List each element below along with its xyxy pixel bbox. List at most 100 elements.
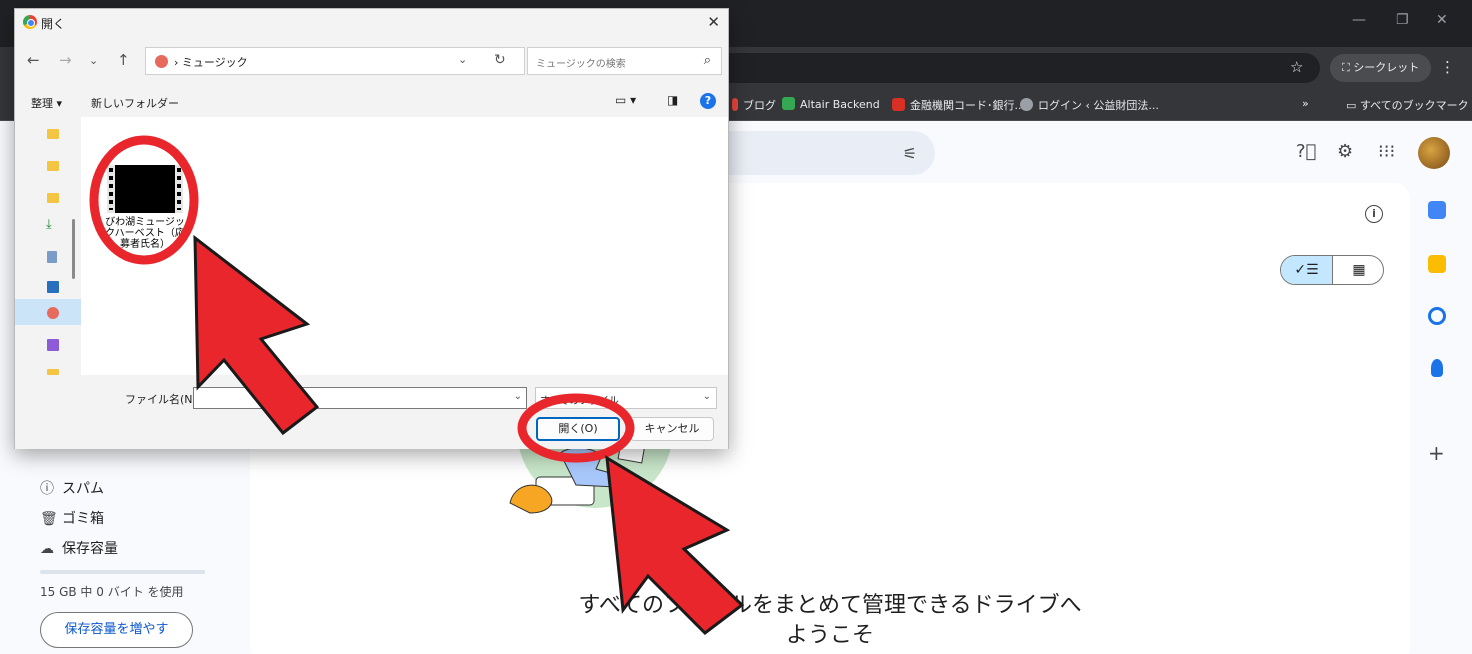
music-folder-icon [155, 55, 168, 68]
file-item-video[interactable]: びわ湖ミュージックハーベスト（応募者氏名） [101, 165, 189, 255]
drive-search-bar[interactable]: ⚟ [700, 131, 935, 175]
side-panel-rail: + [1420, 183, 1460, 483]
new-folder-button[interactable]: 新しいフォルダー [91, 95, 179, 111]
bookmark-star-icon[interactable]: ☆ [1290, 58, 1303, 76]
contacts-icon[interactable] [1431, 359, 1443, 377]
spam-icon: ⓘ [40, 481, 54, 497]
bookmark-bank-code[interactable]: 金融機関コード･銀行... [892, 97, 1025, 113]
dialog-title: 開く [41, 17, 66, 31]
view-toggle[interactable]: ✓☰ ▦ [1280, 255, 1384, 285]
nav-scrollbar[interactable] [72, 219, 75, 279]
chrome-logo-icon [23, 15, 37, 29]
bookmark-favicon [892, 98, 905, 111]
documents-icon[interactable] [47, 251, 57, 263]
up-arrow-icon[interactable]: ↑ [117, 51, 130, 69]
forward-arrow-icon[interactable]: → [59, 51, 72, 69]
folder-icon[interactable] [47, 129, 59, 139]
bookmark-favicon [732, 98, 738, 111]
file-name-label: びわ湖ミュージックハーベスト（応募者氏名） [105, 217, 185, 250]
dialog-close-icon[interactable]: ✕ [707, 13, 720, 31]
keep-icon[interactable] [1428, 255, 1446, 273]
folder-icon[interactable] [47, 161, 59, 171]
nav-label: ゴミ箱 [62, 511, 104, 527]
list-view-icon[interactable]: ✓☰ [1281, 256, 1333, 284]
music-icon[interactable] [47, 307, 59, 319]
search-icon: ⌕ [703, 53, 711, 68]
address-dropdown-icon[interactable]: ⌄ [458, 53, 467, 66]
add-addon-icon[interactable]: + [1428, 441, 1445, 465]
restore-icon[interactable]: ❐ [1396, 12, 1409, 28]
dialog-search-input[interactable]: ミュージックの検索 ⌕ [527, 47, 722, 75]
welcome-line-1: すべてのファイルをまとめて管理できるドライブへ [578, 593, 1082, 618]
account-avatar[interactable] [1418, 137, 1450, 169]
search-options-icon[interactable]: ⚟ [903, 144, 917, 163]
bookmark-favicon [1020, 98, 1033, 111]
bookmark-altair[interactable]: Altair Backend [782, 97, 880, 111]
bookmark-blog[interactable]: ブログ [732, 97, 776, 113]
apps-grid-icon[interactable]: ⁝⁝⁝ [1378, 141, 1395, 162]
incognito-badge[interactable]: ⛶ シークレット [1330, 54, 1432, 82]
grid-view-icon[interactable]: ▦ [1333, 256, 1383, 284]
dialog-address-bar[interactable]: › ミュージック ⌄ ↻ [145, 47, 525, 75]
recent-dropdown-icon[interactable]: ⌄ [89, 54, 98, 67]
video-file-icon [107, 165, 183, 213]
address-bar[interactable] [700, 53, 1320, 83]
file-list-pane: びわ湖ミュージックハーベスト（応募者氏名） [81, 117, 728, 375]
settings-gear-icon[interactable]: ⚙ [1337, 141, 1353, 162]
bookmark-login[interactable]: ログイン ‹ 公益財団法... [1020, 97, 1159, 113]
welcome-message: すべてのファイルをまとめて管理できるドライブへ ようこそ [250, 591, 1410, 651]
navigation-pane: ⤓ [15, 117, 81, 375]
all-bookmarks-label: すべてのブックマーク [1359, 99, 1469, 112]
storage-usage-text: 15 GB 中 0 バイト を使用 [40, 585, 184, 599]
videos-icon[interactable] [47, 339, 59, 351]
calendar-icon[interactable] [1428, 201, 1446, 219]
storage-usage-bar [40, 570, 205, 574]
minimize-icon[interactable]: — [1352, 12, 1366, 28]
browser-menu-icon[interactable]: ⋮ [1440, 58, 1455, 76]
open-button[interactable]: 開く(O) [536, 417, 620, 441]
nav-label: 保存容量 [62, 541, 118, 557]
nav-label: スパム [62, 481, 104, 497]
nav-item-spam[interactable]: ⓘ スパム [40, 478, 104, 498]
incognito-label: シークレット [1353, 61, 1420, 74]
file-name-input[interactable]: ⌄ [193, 387, 527, 409]
organize-menu[interactable]: 整理 ▾ [31, 95, 62, 111]
bookmark-label: ログイン ‹ 公益財団法... [1038, 99, 1159, 112]
folder-icon[interactable] [47, 193, 59, 203]
dialog-title-bar: 開く ✕ [15, 9, 728, 37]
info-icon[interactable]: i [1365, 205, 1383, 223]
downloads-icon[interactable]: ⤓ [46, 217, 52, 232]
file-name-dropdown-icon[interactable]: ⌄ [514, 391, 522, 402]
back-arrow-icon[interactable]: ← [27, 51, 40, 69]
bookmark-label: ブログ [743, 99, 776, 112]
window-close-icon[interactable]: ✕ [1436, 12, 1448, 28]
preview-pane-icon[interactable]: ◨ [667, 93, 678, 107]
dialog-command-bar: 整理 ▾ 新しいフォルダー ▭ ▾ ◨ ? [15, 91, 728, 115]
cancel-button[interactable]: キャンセル [630, 417, 714, 441]
open-file-dialog: 開く ✕ ← → ⌄ ↑ › ミュージック ⌄ ↻ ミュージックの検索 ⌕ 整理… [14, 8, 729, 449]
all-bookmarks[interactable]: ▭ すべてのブックマーク [1346, 97, 1469, 113]
view-options-icon[interactable]: ▭ ▾ [615, 93, 636, 107]
bookmark-label: 金融機関コード･銀行... [910, 99, 1025, 112]
nav-item-storage[interactable]: ☁ 保存容量 [40, 538, 118, 558]
get-more-storage-button[interactable]: 保存容量を増やす [40, 612, 193, 648]
trash-icon: 🗑 [40, 511, 58, 527]
search-placeholder: ミュージックの検索 [536, 59, 626, 70]
file-name-field-label: ファイル名(N): [125, 393, 201, 406]
folder-icon: ▭ [1346, 99, 1360, 112]
dialog-help-icon[interactable]: ? [700, 93, 716, 109]
help-icon[interactable]: ?⃝ [1296, 141, 1316, 162]
bookmark-favicon [782, 97, 795, 110]
refresh-icon[interactable]: ↻ [494, 52, 506, 68]
tasks-icon[interactable] [1428, 307, 1446, 325]
cloud-icon: ☁ [40, 541, 54, 557]
address-path: › ミュージック [174, 56, 248, 69]
file-type-select[interactable]: すべてのファイル ⌄ [535, 387, 717, 409]
nav-item-trash[interactable]: 🗑 ゴミ箱 [40, 508, 104, 528]
pictures-icon[interactable] [47, 281, 59, 293]
dialog-footer: ファイル名(N): ⌄ すべてのファイル ⌄ 開く(O) キャンセル [15, 375, 728, 449]
bookmark-label: Altair Backend [800, 98, 880, 111]
dialog-nav-row: ← → ⌄ ↑ › ミュージック ⌄ ↻ ミュージックの検索 ⌕ [15, 47, 728, 75]
more-bookmarks-icon[interactable]: » [1302, 97, 1309, 110]
file-type-dropdown-icon[interactable]: ⌄ [703, 391, 711, 402]
